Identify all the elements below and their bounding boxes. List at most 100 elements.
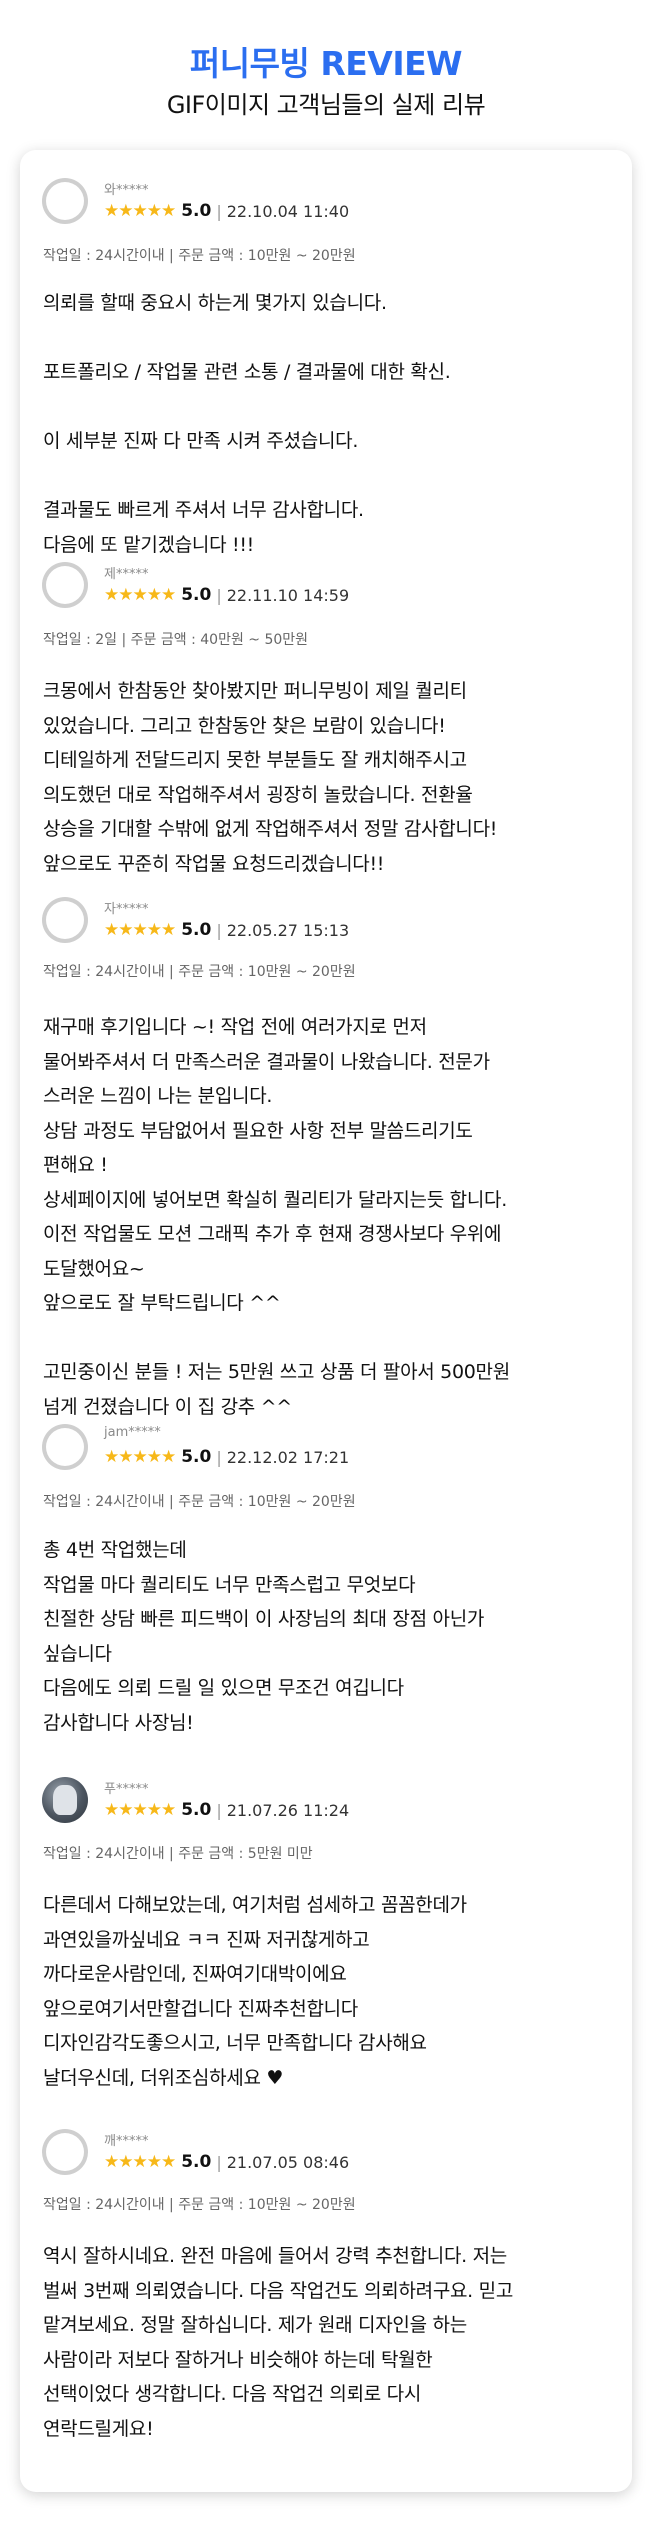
review-text-line: 다음에도 의뢰 드릴 일 있으면 무조건 여깁니다: [43, 1677, 404, 1699]
review-body: 재구매 후기입니다 ~! 작업 전에 여러가지로 먼저물어봐주셔서 더 만족스러…: [43, 1010, 613, 1424]
reviewer-name: 푸*****: [104, 1782, 149, 1797]
order-meta: 작업일 : 24시간이내 | 주문 금액 : 10만원 ~ 20만원: [43, 964, 356, 980]
avatar: [42, 1777, 88, 1823]
rating-score: 5.0: [181, 1800, 212, 1820]
rating-row: ★★★★★ 5.0 | 21.07.05 08:46: [104, 2151, 349, 2173]
review-text-line: 앞으로도 꾸준히 작업물 요청드리겠습니다!!: [43, 852, 385, 875]
review-text-line: 벌써 3번째 의뢰였습니다. 다음 작업건도 의뢰하려구요. 믿고: [43, 2279, 514, 2302]
review-text-line: 의뢰를 할때 중요시 하는게 몇가지 있습니다.: [43, 292, 387, 314]
review-item: 제***** ★★★★★ 5.0 | 22.11.10 14:59 작업일 : 2일 | …: [20, 562, 632, 875]
reviewer-name: 제*****: [104, 567, 149, 582]
review-text-line: 의도했던 대로 작업해주셔서 굉장히 놀랐습니다. 전환율: [43, 783, 473, 806]
avatar: [42, 562, 88, 608]
review-text-line: 상승을 기대할 수밖에 없게 작업해주셔서 정말 감사합니다!: [43, 818, 498, 840]
order-meta: 작업일 : 24시간이내 | 주문 금액 : 10만원 ~ 20만원: [43, 248, 356, 264]
reviewer-name: 깨*****: [104, 2134, 149, 2149]
star-rating-icon: ★★★★★: [104, 585, 176, 605]
review-text-line: 총 4번 작업했는데: [43, 1539, 187, 1561]
review-item: 자***** ★★★★★ 5.0 | 22.05.27 15:13 작업일 : 24시간이…: [20, 897, 632, 1418]
review-text-line: 선택이었다 생각합니다. 다음 작업건 의뢰로 다시: [43, 2383, 422, 2405]
review-text-line: 앞으로도 잘 부탁드립니다 ^^: [43, 1292, 281, 1314]
review-text-line: 과연있을까싶네요 ㅋㅋ 진짜 저귀찮게하고: [43, 1928, 370, 1951]
order-meta: 작업일 : 24시간이내 | 주문 금액 : 10만원 ~ 20만원: [43, 1494, 356, 1510]
avatar: [42, 1424, 88, 1470]
review-text-line: 고민중이신 분들 ! 저는 5만원 쓰고 상품 더 팔아서 500만원: [43, 1361, 510, 1383]
page-subtitle: GIF이미지 고객님들의 실제 리뷰: [166, 91, 486, 119]
review-text-line: 재구매 후기입니다 ~! 작업 전에 여러가지로 먼저: [43, 1016, 427, 1038]
avatar: [42, 2129, 88, 2175]
review-text-line: 상세페이지에 넣어보면 확실히 퀄리티가 달라지는듯 합니다.: [43, 1188, 507, 1211]
star-rating-icon: ★★★★★: [104, 2152, 176, 2172]
review-text-line: 사람이라 저보다 잘하거나 비슷해야 하는데 탁월한: [43, 2348, 433, 2371]
separator: |: [216, 585, 222, 605]
review-date: 21.07.05 08:46: [226, 2152, 350, 2172]
order-meta: 작업일 : 24시간이내 | 주문 금액 : 10만원 ~ 20만원: [43, 2197, 356, 2213]
review-body: 크몽에서 한참동안 찾아봤지만 퍼니무빙이 제일 퀄리티있었습니다. 그리고 한…: [43, 674, 613, 881]
rating-score: 5.0: [181, 201, 212, 221]
star-rating-icon: ★★★★★: [104, 1447, 176, 1467]
review-text-line: 있었습니다. 그리고 한참동안 찾은 보람이 있습니다!: [43, 714, 446, 737]
review-date: 22.05.27 15:13: [226, 920, 350, 940]
separator: |: [216, 1800, 222, 1820]
review-text-line: 포트폴리오 / 작업물 관련 소통 / 결과물에 대한 확신.: [43, 361, 451, 383]
rating-row: ★★★★★ 5.0 | 22.10.04 11:40: [104, 200, 349, 222]
review-text-line: 도달했어요~: [43, 1257, 145, 1280]
review-item: 푸***** ★★★★★ 5.0 | 21.07.26 11:24 작업일 : 24시간이…: [20, 1777, 632, 2089]
review-text-line: 디자인감각도좋으시고, 너무 만족합니다 감사해요: [43, 2032, 427, 2054]
review-text-line: 싶습니다: [43, 1642, 112, 1665]
review-text-line: 작업물 마다 퀄리티도 너무 만족스럽고 무엇보다: [43, 1573, 416, 1596]
review-header: 자***** ★★★★★ 5.0 | 22.05.27 15:13: [20, 897, 632, 959]
star-rating-icon: ★★★★★: [104, 1800, 176, 1820]
review-text-line: 역시 잘하시네요. 완전 마음에 들어서 강력 추천합니다. 저는: [43, 2245, 507, 2267]
review-text-line: 연락드릴게요!: [43, 2417, 154, 2440]
avatar: [42, 178, 88, 224]
rating-score: 5.0: [181, 585, 212, 605]
review-text-line: 상담 과정도 부담없어서 필요한 사항 전부 말씀드리기도: [43, 1119, 473, 1142]
review-text-line: 넘게 건졌습니다 이 집 강추 ^^: [43, 1395, 292, 1418]
review-text-line: 친절한 상담 빠른 피드백이 이 사장님의 최대 장점 아닌가: [43, 1608, 485, 1630]
review-body: 의뢰를 할때 중요시 하는게 몇가지 있습니다. 포트폴리오 / 작업물 관련 소…: [43, 286, 613, 562]
order-meta: 작업일 : 2일 | 주문 금액 : 40만원 ~ 50만원: [43, 632, 309, 648]
review-header: 푸***** ★★★★★ 5.0 | 21.07.26 11:24: [20, 1777, 632, 1839]
review-body: 총 4번 작업했는데작업물 마다 퀄리티도 너무 만족스럽고 무엇보다친절한 상…: [43, 1533, 613, 1740]
review-text-line: 크몽에서 한참동안 찾아봤지만 퍼니무빙이 제일 퀄리티: [43, 680, 467, 702]
review-text-line: 날더우신데, 더위조심하세요 ♥: [43, 2066, 284, 2089]
review-text-line: 앞으로여기서만할겁니다 진짜추천합니다: [43, 1997, 358, 2020]
review-body: 역시 잘하시네요. 완전 마음에 들어서 강력 추천합니다. 저는벌써 3번째 …: [43, 2239, 613, 2446]
rating-row: ★★★★★ 5.0 | 22.12.02 17:21: [104, 1446, 349, 1468]
review-text-line: 맡겨보세요. 정말 잘하십니다. 제가 원래 디자인을 하는: [43, 2314, 467, 2336]
review-body: 다른데서 다해보았는데, 여기처럼 섬세하고 꼼꼼한데가 과연있을까싶네요 ㅋㅋ …: [43, 1888, 613, 2095]
order-meta: 작업일 : 24시간이내 | 주문 금액 : 5만원 미만: [43, 1846, 313, 1862]
rating-score: 5.0: [181, 1447, 212, 1467]
review-item: 와***** ★★★★★ 5.0 | 22.10.04 11:40 작업일 : 24시간이…: [20, 178, 632, 556]
reviewer-name: jam*****: [104, 1425, 161, 1440]
review-date: 22.10.04 11:40: [226, 201, 350, 221]
review-text-line: 편해요 !: [43, 1154, 108, 1176]
review-card: 와***** ★★★★★ 5.0 | 22.10.04 11:40 작업일 : 24시간이…: [20, 150, 632, 2492]
review-text-line: 감사합니다 사장님!: [43, 1711, 194, 1734]
review-text-line: 이 세부분 진짜 다 만족 시켜 주셨습니다.: [43, 430, 359, 452]
review-text-line: 스러운 느낌이 나는 분입니다.: [43, 1085, 273, 1107]
review-date: 22.12.02 17:21: [226, 1447, 350, 1467]
review-item: 깨***** ★★★★★ 5.0 | 21.07.05 08:46 작업일 : 24시간이…: [20, 2129, 632, 2440]
rating-score: 5.0: [181, 2152, 212, 2172]
rating-row: ★★★★★ 5.0 | 22.11.10 14:59: [104, 584, 349, 606]
review-header: 깨***** ★★★★★ 5.0 | 21.07.05 08:46: [20, 2129, 632, 2191]
rating-row: ★★★★★ 5.0 | 21.07.26 11:24: [104, 1799, 349, 1821]
review-header: 와***** ★★★★★ 5.0 | 22.10.04 11:40: [20, 178, 632, 240]
review-text-line: 물어봐주셔서 더 만족스러운 결과물이 나왔습니다. 전문가: [43, 1050, 490, 1073]
reviewer-name: 와*****: [104, 183, 149, 198]
review-text-line: 다음에 또 맡기겠습니다 !!!: [43, 533, 254, 556]
review-header: jam***** ★★★★★ 5.0 | 22.12.02 17:21: [20, 1424, 632, 1486]
review-date: 22.11.10 14:59: [226, 585, 350, 605]
review-text-line: 까다로운사람인데, 진짜여기대박이에요: [43, 1963, 347, 1985]
rating-row: ★★★★★ 5.0 | 22.05.27 15:13: [104, 919, 349, 941]
avatar: [42, 897, 88, 943]
rating-score: 5.0: [181, 920, 212, 940]
reviewer-name: 자*****: [104, 902, 149, 917]
star-rating-icon: ★★★★★: [104, 920, 176, 940]
